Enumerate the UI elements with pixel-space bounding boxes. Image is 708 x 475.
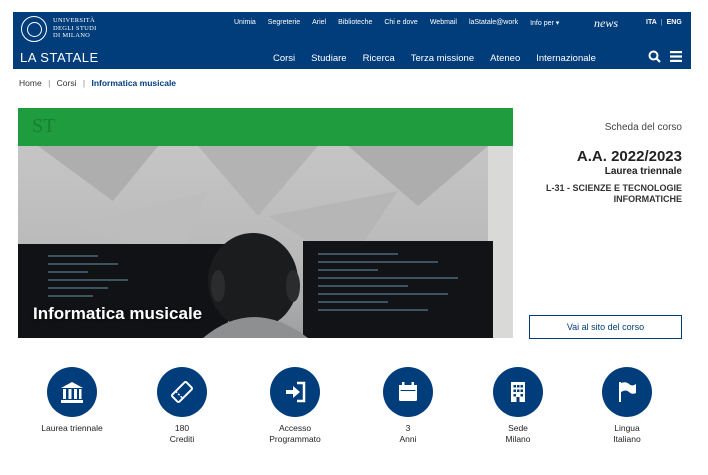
news-link[interactable]: news: [594, 16, 618, 31]
link-ariel[interactable]: Ariel: [312, 19, 326, 27]
feature-location: Sede Milano: [468, 367, 568, 445]
breadcrumb-current: Informatica musicale: [91, 78, 177, 88]
top-header: UNIVERSITÀ DEGLI STUDI DI MILANO LA STAT…: [13, 12, 691, 69]
feature-line-2: Milano: [505, 434, 531, 444]
lang-ita[interactable]: ITA: [646, 19, 657, 26]
university-name-line: DI MILANO: [53, 32, 91, 39]
course-site-button[interactable]: Vai al sito del corso: [529, 315, 682, 339]
nav-studiare[interactable]: Studiare: [311, 53, 346, 64]
language-switcher: ITA | ENG: [646, 19, 682, 26]
feature-line-1: 180: [174, 423, 190, 433]
search-icon[interactable]: [648, 50, 661, 63]
university-name-line: UNIVERSITÀ: [53, 17, 95, 24]
hero-band-text: ST: [32, 115, 56, 137]
degree-level: Laurea triennale: [604, 166, 682, 177]
feature-language: Lingua Italiano: [577, 367, 677, 445]
university-name-line: DEGLI STUDI: [53, 24, 97, 32]
link-chi-e-dove[interactable]: Chi e dove: [384, 19, 417, 27]
course-title: Informatica musicale: [33, 304, 203, 323]
feature-duration: 3 Anni: [358, 367, 458, 445]
nav-terza-missione[interactable]: Terza missione: [411, 53, 474, 64]
link-segreterie[interactable]: Segreterie: [268, 19, 300, 27]
breadcrumb-separator: |: [82, 78, 86, 88]
lang-eng[interactable]: ENG: [667, 19, 682, 26]
university-name[interactable]: UNIVERSITÀ DEGLI STUDI DI MILANO: [53, 17, 97, 40]
feature-line-2: Programmato: [269, 434, 321, 444]
brand-logo[interactable]: LA STATALE: [20, 50, 99, 65]
utility-links: Unimia Segreterie Ariel Biblioteche Chi …: [234, 19, 571, 27]
calendar-icon: [383, 367, 433, 417]
scheda-label: Scheda del corso: [604, 122, 682, 133]
link-webmail[interactable]: Webmail: [430, 19, 457, 27]
feature-line-1: Sede: [508, 423, 528, 433]
breadcrumb-corsi[interactable]: Corsi: [57, 78, 77, 88]
feature-line-2: Italiano: [613, 434, 641, 444]
feature-line-1: Accesso: [278, 423, 312, 433]
nav-icons: [648, 50, 682, 63]
feature-line-1: 3: [405, 423, 411, 433]
institution-icon: [47, 367, 97, 417]
link-biblioteche[interactable]: Biblioteche: [338, 19, 372, 27]
breadcrumb-home[interactable]: Home: [19, 78, 42, 88]
breadcrumb-separator: |: [48, 78, 51, 88]
link-lastatale-work[interactable]: laStatale@work: [469, 19, 518, 27]
feature-credits: 180 Crediti: [132, 367, 232, 445]
feature-line-1: Laurea triennale: [41, 423, 103, 433]
degree-class: L-31 - SCIENZE E TECNOLOGIE INFORMATICHE: [545, 183, 682, 204]
feature-degree-type: Laurea triennale: [22, 367, 122, 434]
hero-band: ST: [18, 108, 513, 146]
feature-line-2: Crediti: [169, 434, 195, 444]
lang-separator: |: [660, 19, 663, 26]
nav-ateneo[interactable]: Ateneo: [490, 53, 520, 64]
link-unimia[interactable]: Unimia: [234, 19, 256, 27]
academic-year: A.A. 2022/2023: [576, 148, 682, 165]
feature-access: Accesso Programmato: [245, 367, 345, 445]
nav-corsi[interactable]: Corsi: [273, 53, 295, 64]
flag-icon: [602, 367, 652, 417]
info-per-dropdown[interactable]: Info per ▾: [530, 19, 559, 27]
breadcrumb: Home | Corsi | Informatica musicale: [19, 78, 176, 88]
building-icon: [493, 367, 543, 417]
sign-in-icon: [270, 367, 320, 417]
university-seal-icon[interactable]: [21, 16, 47, 42]
nav-ricerca[interactable]: Ricerca: [363, 53, 395, 64]
nav-internazionale[interactable]: Internazionale: [536, 53, 596, 64]
ticket-icon: [157, 367, 207, 417]
main-nav: Corsi Studiare Ricerca Terza missione At…: [273, 53, 612, 64]
hero-banner: ST Informatica musicale: [18, 108, 513, 338]
feature-line-1: Lingua: [614, 423, 640, 433]
menu-icon[interactable]: [670, 51, 682, 62]
feature-line-2: Anni: [399, 434, 417, 444]
